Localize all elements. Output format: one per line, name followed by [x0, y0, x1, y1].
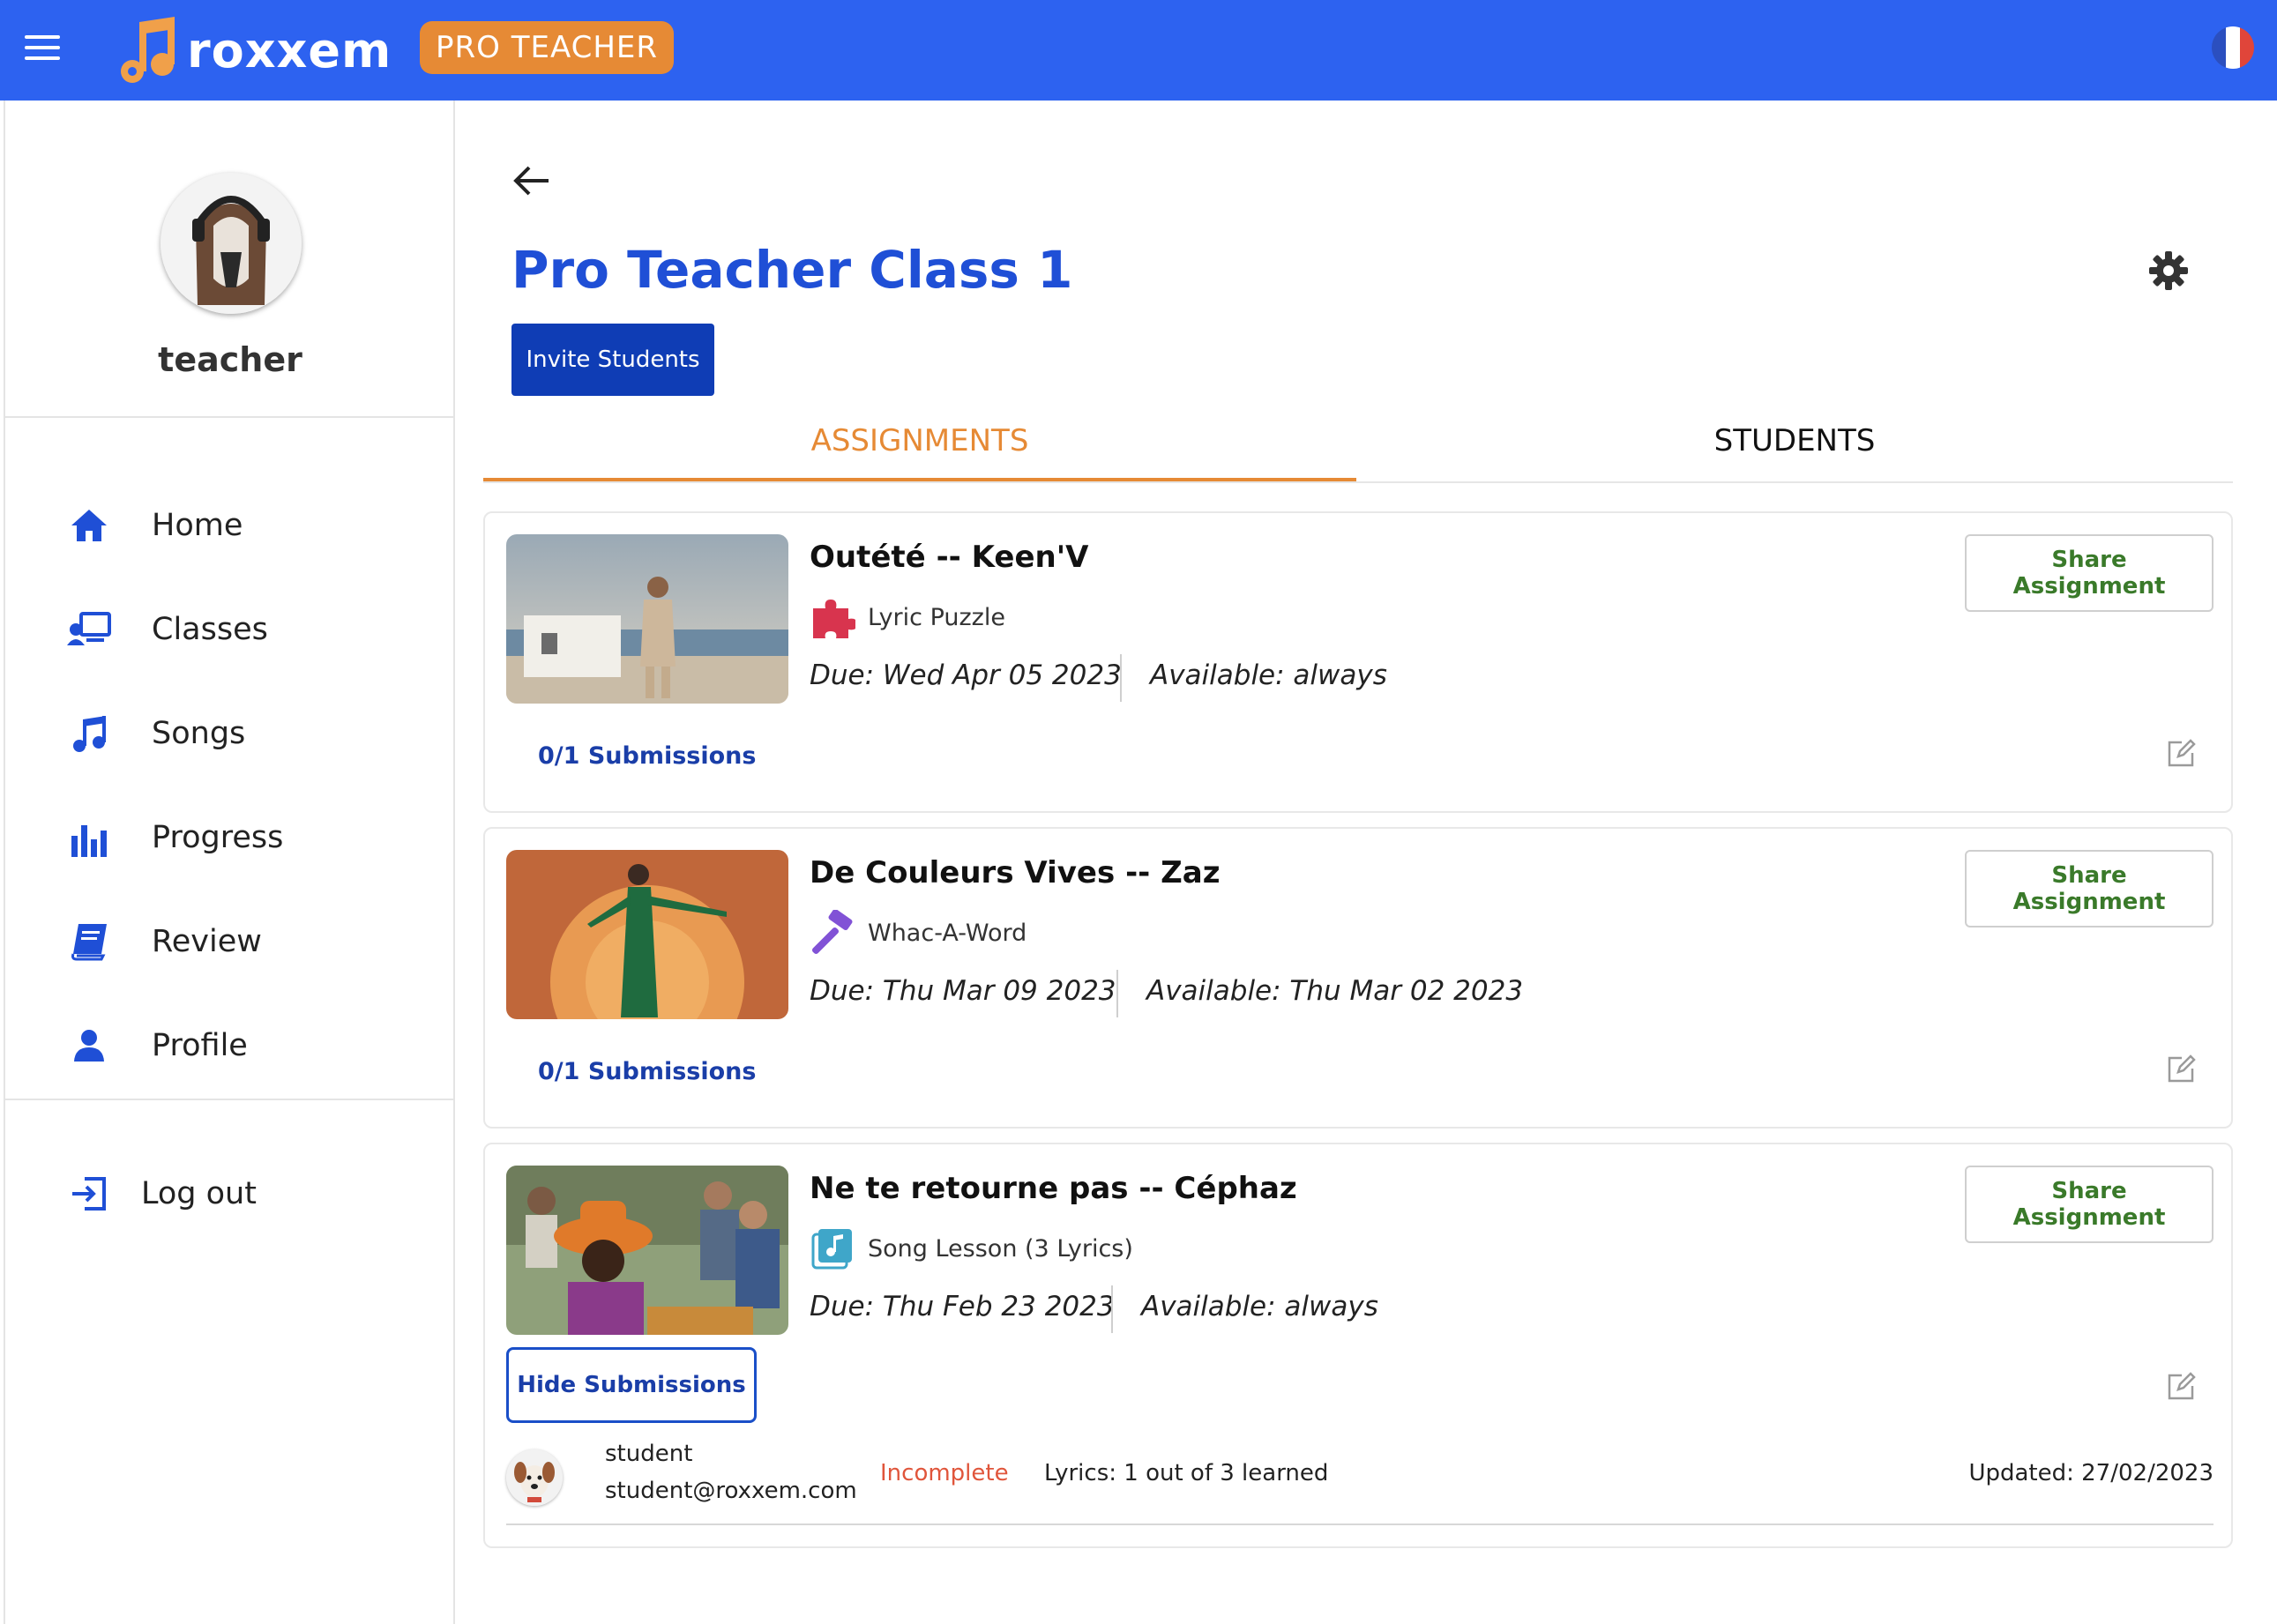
sidebar-divider [5, 1099, 455, 1100]
invite-students-button[interactable]: Invite Students [511, 324, 714, 396]
song-title: De Couleurs Vives -- Zaz [810, 855, 1221, 890]
sidebar-item-classes[interactable]: Classes [67, 603, 268, 656]
edit-icon[interactable] [2166, 1054, 2196, 1084]
sidebar: teacher Home Classes Songs Progress Revi… [4, 101, 455, 1624]
due-date: Due: Thu Feb 23 2023 [810, 1291, 1115, 1322]
sidebar-divider [5, 416, 455, 418]
puzzle-icon [813, 600, 855, 638]
app-name: roxxem [187, 22, 392, 78]
sidebar-item-review[interactable]: Review [67, 915, 262, 968]
sidebar-item-home[interactable]: Home [67, 499, 243, 552]
separator [1111, 1285, 1113, 1333]
song-thumbnail[interactable] [506, 534, 788, 704]
logout-button[interactable]: Log out [67, 1167, 257, 1220]
activity-label: Lyric Puzzle [868, 603, 1005, 631]
sidebar-item-progress[interactable]: Progress [67, 811, 283, 864]
gear-icon[interactable] [2148, 250, 2189, 291]
activity-label: Whac-A-Word [868, 919, 1027, 947]
share-assignment-button[interactable]: Share Assignment [1965, 1166, 2214, 1243]
due-date: Due: Wed Apr 05 2023 [810, 659, 1122, 691]
due-date: Due: Thu Mar 09 2023 [810, 975, 1116, 1007]
available-date: Available: always [1141, 1291, 1378, 1322]
song-lesson-icon [811, 1229, 852, 1270]
back-arrow-icon[interactable] [511, 163, 552, 198]
student-email: student@roxxem.com [605, 1478, 857, 1504]
activity-label: Song Lesson (3 Lyrics) [868, 1234, 1133, 1263]
activity-type: Song Lesson (3 Lyrics) [810, 1225, 1133, 1271]
tab-assignments[interactable]: ASSIGNMENTS [483, 414, 1356, 467]
tab-divider [483, 481, 2233, 483]
student-name: student [605, 1441, 693, 1467]
logout-icon [67, 1172, 111, 1216]
activity-type: Whac-A-Word [810, 910, 1027, 956]
bar-chart-icon [67, 816, 111, 860]
top-app-bar: roxxem PRO TEACHER [0, 0, 2277, 101]
separator [1120, 654, 1122, 702]
sidebar-item-songs[interactable]: Songs [67, 707, 245, 760]
song-thumbnail[interactable] [506, 850, 788, 1019]
student-avatar [506, 1449, 563, 1506]
edit-icon[interactable] [2166, 739, 2196, 769]
home-icon [67, 503, 111, 548]
menu-icon[interactable] [25, 35, 60, 63]
teacher-avatar [161, 173, 302, 314]
share-assignment-button[interactable]: Share Assignment [1965, 850, 2214, 927]
sidebar-item-profile[interactable]: Profile [67, 1019, 248, 1072]
updated-date: Updated: 27/02/2023 [1968, 1460, 2214, 1486]
song-title: Ne te retourne pas -- Céphaz [810, 1171, 1297, 1206]
submission-row[interactable]: student student@roxxem.com Incomplete Ly… [506, 1437, 2214, 1525]
submissions-link[interactable]: 0/1 Submissions [538, 1058, 756, 1085]
activity-type: Lyric Puzzle [810, 594, 1005, 640]
hammer-icon [811, 910, 853, 955]
person-icon [67, 1024, 111, 1068]
logo[interactable]: roxxem [116, 12, 392, 88]
username: teacher [158, 340, 302, 379]
sidebar-item-label: Profile [152, 1028, 248, 1063]
active-tab-indicator [483, 478, 1356, 481]
available-date: Available: always [1150, 659, 1387, 691]
tab-students[interactable]: STUDENTS [1358, 414, 2231, 467]
status-badge: Incomplete [880, 1460, 1009, 1486]
hide-submissions-button[interactable]: Hide Submissions [506, 1347, 757, 1423]
assignment-card: Ne te retourne pas -- Céphaz Song Lesson… [483, 1143, 2233, 1548]
classes-icon [67, 607, 111, 652]
song-title: Outété -- Keen'V [810, 540, 1089, 575]
edit-icon[interactable] [2166, 1372, 2196, 1402]
submissions-link[interactable]: 0/1 Submissions [538, 742, 756, 770]
separator [1116, 970, 1118, 1017]
pro-teacher-badge: PRO TEACHER [420, 21, 675, 74]
share-assignment-button[interactable]: Share Assignment [1965, 534, 2214, 612]
sidebar-item-label: Songs [152, 716, 246, 751]
logout-label: Log out [141, 1176, 257, 1211]
available-date: Available: Thu Mar 02 2023 [1146, 975, 1524, 1007]
lyrics-progress: Lyrics: 1 out of 3 learned [1044, 1460, 1329, 1486]
sidebar-item-label: Review [152, 924, 262, 959]
assignment-card: De Couleurs Vives -- Zaz Whac-A-Word Due… [483, 827, 2233, 1129]
music-logo-icon [121, 17, 175, 83]
music-note-icon [67, 711, 111, 756]
book-icon [67, 920, 111, 964]
sidebar-item-label: Home [152, 508, 243, 543]
song-thumbnail[interactable] [506, 1166, 788, 1335]
page-title: Pro Teacher Class 1 [511, 240, 1073, 300]
sidebar-item-label: Classes [152, 612, 268, 647]
sidebar-item-label: Progress [152, 820, 284, 855]
assignment-card: Outété -- Keen'V Lyric Puzzle Due: Wed A… [483, 511, 2233, 813]
french-flag-icon[interactable] [2212, 26, 2254, 69]
